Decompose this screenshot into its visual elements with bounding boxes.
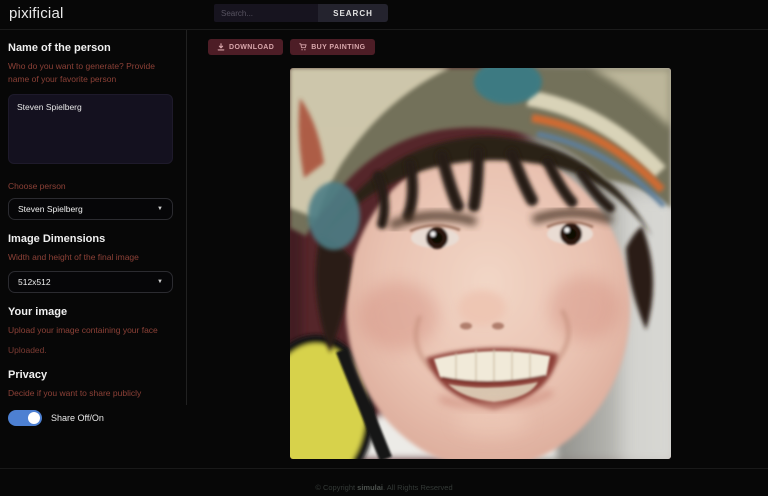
generated-photo (290, 68, 671, 459)
top-bar: pixificial SEARCH (0, 0, 768, 30)
choose-person-label: Choose person (8, 180, 66, 191)
dimensions-select-value: 512x512 (18, 277, 51, 288)
dimensions-section-title: Image Dimensions (8, 232, 106, 245)
footer-copyright: © Copyright simulai. All Rights Reserved (0, 483, 768, 492)
dimensions-section-description: Width and height of the final image (8, 251, 139, 262)
buy-painting-button[interactable]: BUY PAINTING (290, 39, 375, 55)
download-icon (217, 43, 225, 51)
copyright-prefix: © Copyright (315, 483, 358, 492)
sidebar: Name of the person Who do you want to ge… (0, 30, 187, 426)
your-image-section-title: Your image (8, 306, 68, 319)
toggle-knob (28, 411, 40, 424)
app-logo: pixificial (9, 5, 64, 22)
buy-painting-button-label: BUY PAINTING (311, 43, 366, 51)
name-section-title: Name of the person (8, 42, 111, 54)
copyright-suffix: . All Rights Reserved (383, 483, 453, 492)
search-button[interactable]: SEARCH (318, 4, 388, 22)
chevron-down-icon: ▼ (157, 205, 163, 212)
share-toggle[interactable] (8, 409, 42, 426)
person-select-value: Steven Spielberg (18, 203, 83, 214)
person-name-input[interactable]: Steven Spielberg (8, 93, 173, 164)
your-image-description: Upload your image containing your face (8, 325, 158, 336)
chevron-down-icon: ▼ (157, 279, 163, 286)
photo-illustration (290, 68, 671, 459)
footer-divider (0, 468, 768, 469)
share-toggle-label: Share Off/On (51, 412, 104, 423)
search-input[interactable] (214, 4, 318, 22)
person-select[interactable]: Steven Spielberg ▼ (8, 197, 173, 220)
footer-brand: simulai (357, 483, 383, 492)
privacy-description: Decide if you want to share publicly (8, 388, 142, 398)
dimensions-select[interactable]: 512x512 ▼ (8, 271, 173, 294)
search-bar: SEARCH (214, 4, 388, 22)
share-toggle-row: Share Off/On (8, 409, 178, 426)
app-window: pixificial SEARCH Name of the person Who… (0, 0, 768, 496)
upload-status: Uploaded. (8, 345, 47, 355)
download-button[interactable]: DOWNLOAD (208, 39, 284, 55)
cart-icon (299, 43, 307, 51)
download-button-label: DOWNLOAD (229, 43, 275, 51)
action-button-row: DOWNLOAD BUY PAINTING (208, 39, 375, 55)
name-section-description: Who do you want to generate? Provide nam… (8, 61, 155, 84)
privacy-section-title: Privacy (8, 369, 48, 381)
